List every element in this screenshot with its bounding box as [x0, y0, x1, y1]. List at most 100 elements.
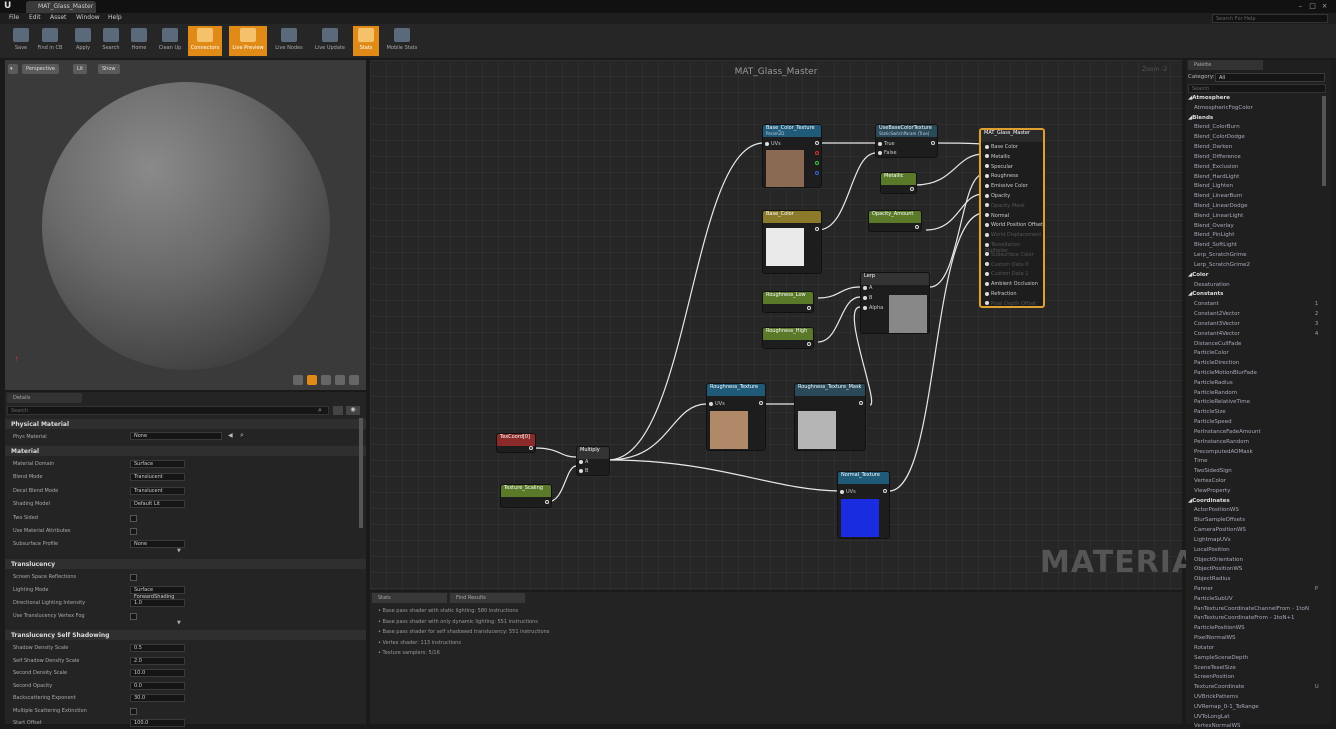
- palette-item[interactable]: DistanceCullFade: [1194, 341, 1241, 347]
- palette-item[interactable]: Blend_Darken: [1194, 144, 1232, 150]
- palette-item[interactable]: Blend_Difference: [1194, 154, 1241, 160]
- node-roughness-texture[interactable]: Roughness_Texture UVs: [706, 383, 766, 451]
- palette-item[interactable]: PanTextureCoordinateFrom - 1toN+1: [1194, 615, 1295, 621]
- self-shadow-field-3[interactable]: 0.0: [130, 681, 185, 690]
- translucency-field-1[interactable]: Surface ForwardShading: [130, 586, 185, 600]
- menu-window[interactable]: Window: [76, 14, 100, 21]
- toolbar-live-nodes-button[interactable]: Live Nodes: [272, 26, 306, 56]
- palette-item[interactable]: Blend_HardLight: [1194, 174, 1239, 180]
- palette-category[interactable]: ◢Color: [1188, 272, 1208, 278]
- palette-category[interactable]: ◢Atmosphere: [1188, 95, 1230, 101]
- palette-search-input[interactable]: Search: [1188, 84, 1326, 93]
- node-roughness-high[interactable]: Roughness_High: [762, 327, 814, 349]
- palette-item[interactable]: PrecomputedAOMask: [1194, 449, 1253, 455]
- self-shadow-field-1[interactable]: 2.0: [130, 656, 185, 665]
- result-pin-0[interactable]: Base Color: [985, 144, 1018, 150]
- palette-item[interactable]: Constant3Vector: [1194, 321, 1240, 327]
- translucency-checkbox-0[interactable]: [130, 574, 137, 581]
- palette-item[interactable]: ParticleRelativeTime: [1194, 399, 1250, 405]
- cylinder-preview-icon[interactable]: [293, 375, 303, 385]
- palette-item[interactable]: PixelNormalWS: [1194, 635, 1236, 641]
- palette-category[interactable]: ◢Constants: [1188, 291, 1223, 297]
- palette-item[interactable]: SampleSceneDepth: [1194, 655, 1248, 661]
- palette-item[interactable]: LightmapUVs: [1194, 537, 1231, 543]
- viewport-menu-icon[interactable]: ▾: [8, 64, 18, 74]
- section-material[interactable]: Material: [5, 446, 366, 456]
- menu-edit[interactable]: Edit: [29, 14, 41, 21]
- toolbar-stats-button[interactable]: Stats: [353, 26, 379, 56]
- result-pin-6[interactable]: Opacity Mask: [985, 203, 1025, 209]
- material-checkbox-4[interactable]: [130, 514, 137, 522]
- result-pin-11[interactable]: Subsurface Color: [985, 252, 1034, 258]
- cube-preview-icon[interactable]: [335, 375, 345, 385]
- toolbar-find-in-cb-button[interactable]: Find in CB: [33, 26, 67, 56]
- palette-item[interactable]: ParticleRandom: [1194, 390, 1237, 396]
- palette-item[interactable]: TwoSidedSign: [1194, 468, 1232, 474]
- palette-category[interactable]: ◢Coordinates: [1188, 498, 1230, 504]
- palette-item[interactable]: Constant: [1194, 301, 1219, 307]
- eye-icon[interactable]: ◉: [346, 406, 360, 415]
- palette-item[interactable]: VertexColor: [1194, 478, 1226, 484]
- find-results-tab[interactable]: Find Results: [450, 593, 525, 603]
- palette-item[interactable]: Rotator: [1194, 645, 1214, 651]
- node-texture-scaling[interactable]: Texture_Scaling: [500, 484, 552, 508]
- result-pin-4[interactable]: Emissive Color: [985, 183, 1028, 189]
- palette-item[interactable]: BlurSampleOffsets: [1194, 517, 1245, 523]
- result-pin-1[interactable]: Metallic: [985, 154, 1010, 160]
- minimize-icon[interactable]: –: [1296, 2, 1305, 10]
- palette-item[interactable]: Constant4Vector: [1194, 331, 1240, 337]
- node-normal-texture[interactable]: Normal_Texture UVs: [837, 471, 890, 539]
- menu-asset[interactable]: Asset: [50, 14, 66, 21]
- toolbar-mobile-stats-button[interactable]: Mobile Stats: [383, 26, 421, 56]
- material-field-0[interactable]: Surface: [130, 460, 185, 468]
- node-base-color[interactable]: Base_Color: [762, 210, 822, 274]
- details-search-input[interactable]: Search: [7, 406, 329, 415]
- toolbar-cleanup-button[interactable]: Clean Up: [153, 26, 187, 56]
- unreal-logo-icon[interactable]: U: [4, 1, 14, 11]
- material-field-3[interactable]: Default Lit: [130, 500, 185, 509]
- category-dropdown[interactable]: All: [1215, 73, 1325, 82]
- lit-button[interactable]: Lit: [73, 64, 88, 74]
- maximize-icon[interactable]: □: [1308, 2, 1317, 10]
- result-pin-15[interactable]: Refraction: [985, 291, 1017, 297]
- material-field-1[interactable]: Translucent: [130, 473, 185, 482]
- use-arrow-icon[interactable]: ◀: [228, 432, 233, 439]
- node-opacity-amount[interactable]: Opacity_Amount: [868, 210, 922, 232]
- asset-tab[interactable]: MAT_Glass_Master: [26, 1, 96, 13]
- translucency-field-2[interactable]: 1.0: [130, 599, 185, 607]
- result-pin-9[interactable]: World Displacement: [985, 232, 1041, 238]
- result-pin-5[interactable]: Opacity: [985, 193, 1010, 199]
- show-button[interactable]: Show: [98, 64, 120, 74]
- result-pin-12[interactable]: Custom Data 0: [985, 262, 1028, 268]
- sphere-preview-icon[interactable]: [307, 375, 317, 385]
- result-pin-8[interactable]: World Position Offset: [985, 222, 1043, 228]
- section-translucency[interactable]: Translucency: [5, 559, 366, 569]
- palette-item[interactable]: ViewProperty: [1194, 488, 1230, 494]
- result-pin-3[interactable]: Roughness: [985, 173, 1018, 179]
- palette-item[interactable]: ParticleRadius: [1194, 380, 1233, 386]
- palette-item[interactable]: ParticleSize: [1194, 409, 1226, 415]
- palette-item[interactable]: UVToLongLat: [1194, 714, 1229, 720]
- mesh-preview-icon[interactable]: [349, 375, 359, 385]
- palette-item[interactable]: LocalPosition: [1194, 547, 1230, 553]
- result-pin-13[interactable]: Custom Data 1: [985, 271, 1028, 277]
- self-shadow-field-4[interactable]: 30.0: [130, 694, 185, 702]
- menu-help[interactable]: Help: [108, 14, 122, 21]
- node-lerp[interactable]: Lerp A B Alpha: [860, 272, 930, 334]
- palette-item[interactable]: Blend_Lighten: [1194, 183, 1233, 189]
- toolbar-live-update-button[interactable]: Live Update: [312, 26, 348, 56]
- stats-tab[interactable]: Stats: [372, 593, 447, 603]
- palette-item[interactable]: Blend_ColorDodge: [1194, 134, 1245, 140]
- self-shadow-checkbox-5[interactable]: [130, 707, 137, 715]
- details-scrollbar[interactable]: [359, 418, 363, 528]
- phys-material-dropdown[interactable]: None: [130, 432, 222, 440]
- palette-item[interactable]: ObjectRadius: [1194, 576, 1230, 582]
- node-material-result[interactable]: MAT_Glass_Master Base Color Metallic Specu…: [979, 128, 1045, 308]
- section-self-shadowing[interactable]: Translucency Self Shadowing: [5, 630, 366, 640]
- node-base-color-texture[interactable]: Base_Color_Texture Param2D UVs: [762, 124, 822, 188]
- palette-item[interactable]: Blend_ColorBurn: [1194, 124, 1240, 130]
- result-pin-2[interactable]: Specular: [985, 164, 1013, 170]
- perspective-button[interactable]: Perspective: [22, 64, 59, 74]
- browse-icon[interactable]: ⌕: [240, 431, 244, 440]
- palette-item[interactable]: CameraPositionWS: [1194, 527, 1246, 533]
